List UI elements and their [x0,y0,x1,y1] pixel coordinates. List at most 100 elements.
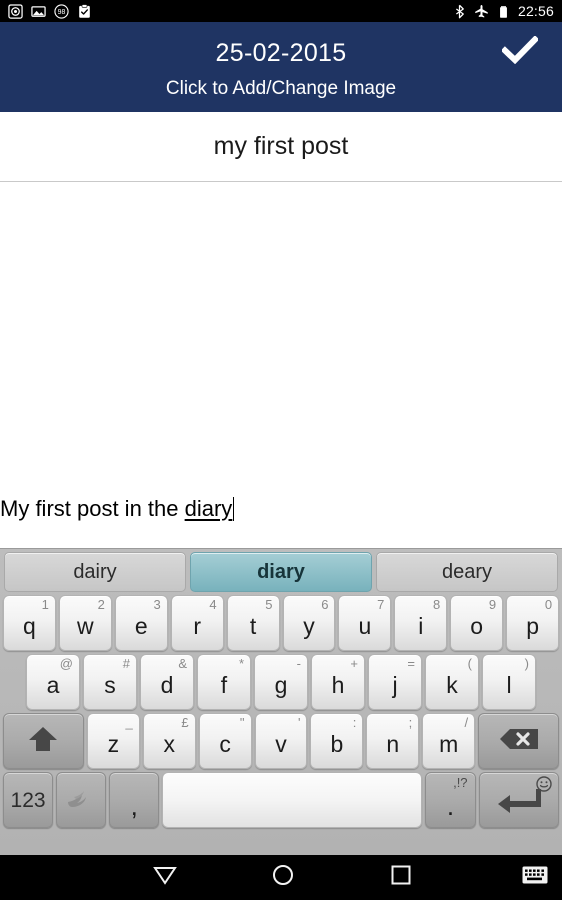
space-key[interactable] [162,772,423,828]
key-c[interactable]: " c [198,713,252,769]
post-body-text: My first post in the diary [0,495,235,522]
key-o-label: o [470,612,484,639]
key-r-label: r [193,612,201,639]
key-n[interactable]: ; n [366,713,420,769]
status-bar-right-icons: 22:56 [452,4,554,19]
bluetooth-icon [452,4,467,19]
key-x[interactable]: £ x [142,713,196,769]
key-e[interactable]: 3e [114,595,168,651]
key-m[interactable]: / m [422,713,476,769]
android-screen: 98 22:56 25-02-2015 Click to Add/Change … [0,0,562,900]
key-a-hint: @ [59,656,73,671]
nav-back-button[interactable] [110,865,220,890]
text-caret [233,496,235,521]
enter-key[interactable] [478,772,560,828]
key-w[interactable]: 2w [58,595,112,651]
key-p-label: p [526,612,539,639]
suggestion-item-2-selected[interactable]: diary [190,552,372,592]
keyboard-row-3: _ z £ x " c ' v :b ; n / m [2,713,560,769]
key-h-hint: + [350,656,358,671]
key-v-label: v [275,730,287,757]
shift-key[interactable] [3,713,84,769]
key-q-hint: 1 [41,597,49,612]
key-g-hint: - [296,656,301,671]
key-j-hint: = [407,656,415,671]
key-r[interactable]: 4r [170,595,224,651]
key-j-label: j [392,671,398,698]
key-l-label: l [506,671,512,698]
key-b-hint: : [352,715,357,730]
key-b-label: b [330,730,344,757]
post-body-field[interactable]: My first post in the diary [0,182,562,548]
key-p[interactable]: 0p [506,595,560,651]
system-navigation-bar [0,855,562,900]
key-x-label: x [163,730,175,757]
clipboard-check-icon [77,3,92,19]
enter-return-icon [496,779,542,822]
comma-key[interactable]: , [109,772,160,828]
key-z-hint: _ [125,715,133,730]
comma-label: , [130,791,138,821]
key-y-hint: 6 [321,597,329,612]
key-i[interactable]: 8i [394,595,448,651]
period-key[interactable]: ,!? . [425,772,476,828]
swiftkey-menu-key[interactable] [56,772,107,828]
key-u-hint: 7 [377,597,385,612]
image-icon [31,4,46,19]
post-body-composing-word: diary [184,495,233,521]
key-d-hint: & [178,656,187,671]
numeric-mode-key[interactable]: 123 [3,772,54,828]
shift-arrow-icon [26,724,60,759]
post-title-field[interactable]: my first post [0,112,562,182]
nav-home-button[interactable] [228,864,338,891]
key-m-hint: / [464,715,469,730]
key-l[interactable]: ) l [482,654,536,710]
period-hint: ,!? [453,775,468,790]
backspace-icon [498,727,540,756]
confirm-save-button[interactable] [492,30,548,74]
key-t-label: t [249,612,257,639]
key-k[interactable]: (k [425,654,479,710]
backspace-key[interactable] [478,713,559,769]
key-z[interactable]: _ z [86,713,140,769]
key-h[interactable]: + h [311,654,365,710]
key-f-hint: * [238,656,244,671]
key-g[interactable]: -g [254,654,308,710]
key-e-hint: 3 [153,597,161,612]
key-n-hint: ; [408,715,413,730]
key-y-label: y [303,612,315,639]
key-o[interactable]: 9o [450,595,504,651]
nav-keyboard-switch-button[interactable] [522,866,548,889]
key-v[interactable]: ' v [254,713,308,769]
keyboard-row-2: @ a # s & d * f -g + h = j (k ) l [2,654,560,710]
key-g-label: g [274,671,288,698]
key-s-label: s [104,671,116,698]
key-i-label: i [418,612,424,639]
key-q[interactable]: 1q [3,595,56,651]
key-u[interactable]: 7u [338,595,392,651]
key-f[interactable]: * f [197,654,251,710]
add-change-image-button[interactable]: Click to Add/Change Image [166,78,396,100]
key-t[interactable]: 5t [226,595,280,651]
keyboard-row-1: 1q 2w 3e 4r 5t 6y 7u 8i 9o 0p [2,595,560,651]
key-b[interactable]: :b [310,713,364,769]
status-bar: 98 22:56 [0,0,562,22]
key-d[interactable]: & d [140,654,194,710]
svg-text:98: 98 [58,9,66,16]
key-n-label: n [386,730,400,757]
key-a-label: a [46,671,60,698]
keyboard-row-4: 123 , ,!? . [2,772,560,828]
key-c-hint: " [239,715,245,730]
key-y[interactable]: 6y [282,595,336,651]
key-d-label: d [160,671,174,698]
key-a[interactable]: @ a [26,654,80,710]
status-bar-left-icons: 98 [8,3,92,19]
key-u-label: u [358,612,372,639]
nav-recents-button[interactable] [346,865,456,890]
suggestion-item-3[interactable]: deary [376,552,558,592]
suggestion-item-1[interactable]: dairy [4,552,186,592]
suggestion-bar: dairy diary deary [2,552,560,592]
key-s[interactable]: # s [83,654,137,710]
circle-home-icon [272,864,294,891]
key-j[interactable]: = j [368,654,422,710]
